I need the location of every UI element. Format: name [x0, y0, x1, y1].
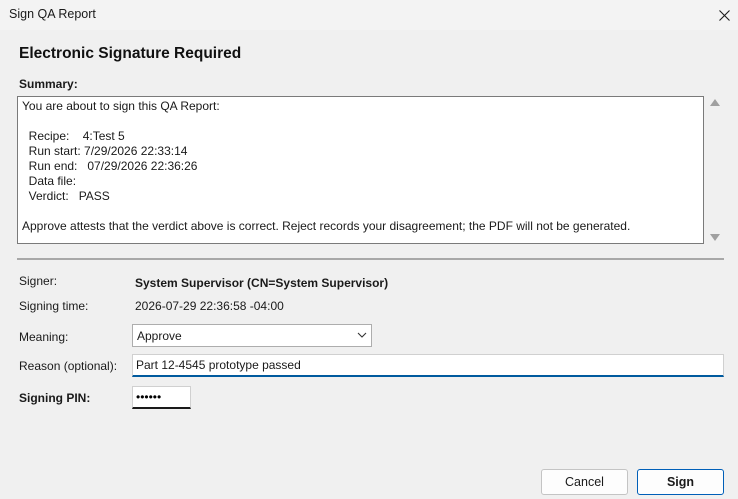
title-bar: Sign QA Report	[0, 0, 738, 30]
summary-line	[22, 204, 699, 219]
summary-textbox[interactable]: You are about to sign this QA Report: Re…	[17, 96, 704, 244]
dialog-heading: Electronic Signature Required	[19, 45, 242, 62]
scroll-down-arrow-icon[interactable]	[710, 234, 720, 241]
window-title: Sign QA Report	[9, 7, 96, 21]
summary-line: Run end: 07/29/2026 22:36:26	[22, 159, 198, 173]
signer-label: Signer:	[19, 274, 58, 288]
pin-input[interactable]	[132, 386, 191, 409]
meaning-select[interactable]: Approve	[132, 324, 372, 347]
scroll-up-arrow-icon[interactable]	[710, 99, 720, 106]
divider	[17, 258, 724, 260]
cancel-button[interactable]: Cancel	[541, 469, 628, 495]
summary-line: Data file:	[22, 174, 77, 188]
signer-value: System Supervisor (CN=System Supervisor)	[135, 276, 389, 290]
summary-line	[22, 114, 699, 129]
signing-time-label: Signing time:	[19, 299, 89, 313]
summary-line: You are about to sign this QA Report:	[22, 99, 220, 113]
signing-time-value: 2026-07-29 22:36:58 -04:00	[135, 299, 284, 313]
sign-button[interactable]: Sign	[637, 469, 724, 495]
meaning-selected-value: Approve	[137, 329, 182, 343]
meaning-label: Meaning:	[19, 330, 69, 344]
pin-label: Signing PIN:	[19, 391, 91, 405]
summary-line: Approve attests that the verdict above i…	[22, 219, 631, 233]
summary-line: Run start: 7/29/2026 22:33:14	[22, 144, 188, 158]
reason-label: Reason (optional):	[19, 359, 118, 373]
close-button[interactable]	[712, 4, 736, 26]
summary-line: Verdict: PASS	[22, 189, 110, 203]
close-icon	[718, 9, 730, 21]
reason-input[interactable]	[132, 354, 724, 377]
chevron-down-icon	[357, 329, 367, 343]
summary-label: Summary:	[19, 77, 78, 91]
summary-line: Recipe: 4:Test 5	[22, 129, 125, 143]
